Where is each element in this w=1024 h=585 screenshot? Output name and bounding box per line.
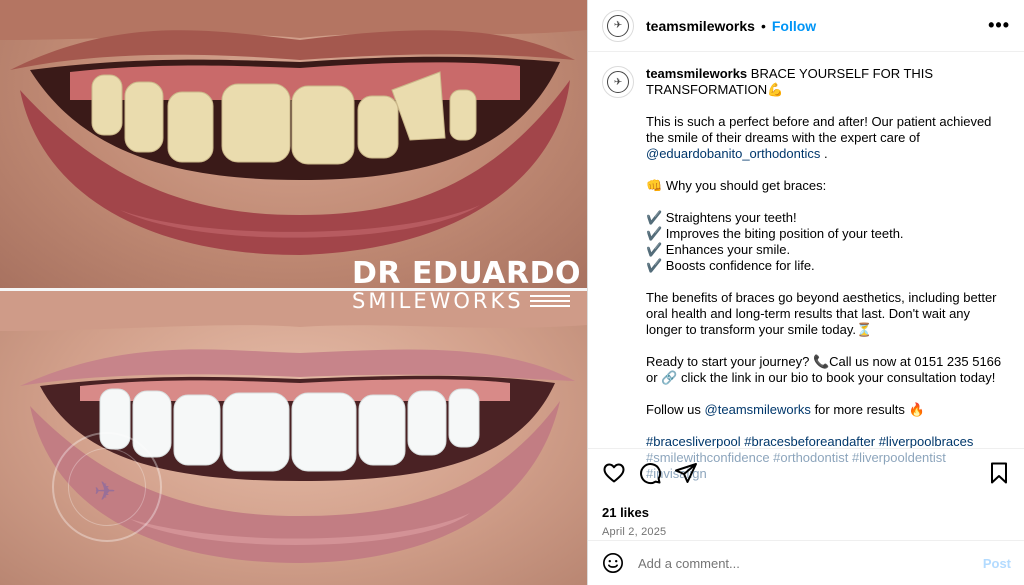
seal-watermark: ✈: [52, 432, 162, 542]
brand-bars-icon: [529, 295, 570, 307]
bookmark-icon[interactable]: [987, 461, 1011, 485]
more-icon[interactable]: •••: [988, 15, 1010, 36]
benefit-item: ✔️ Enhances your smile.: [646, 242, 791, 257]
brand-line1: DR EDUARDO: [352, 256, 582, 291]
before-smile-graphic: [0, 0, 587, 255]
fist-emoji: 👊: [646, 178, 663, 193]
caption-paragraph-3: The benefits of braces go beyond aesthet…: [646, 290, 997, 337]
caption-period: .: [824, 146, 828, 161]
caption-paragraph-4c: click the link in our bio to book your c…: [681, 370, 996, 385]
benefit-item: ✔️ Boosts confidence for life.: [646, 258, 815, 273]
logo-icon: ✈: [607, 14, 629, 37]
muscle-emoji: 💪: [767, 82, 784, 97]
comment-bar: Post: [588, 540, 1024, 585]
hourglass-emoji: ⏳: [856, 322, 873, 337]
brand-watermark: DR EDUARDO SMILEWORKS: [352, 256, 582, 313]
avatar[interactable]: ✈: [602, 9, 634, 42]
before-photo: [0, 0, 587, 289]
benefit-item: ✔️ Straightens your teeth!: [646, 210, 797, 225]
post-header: ✈ teamsmileworks • Follow •••: [588, 0, 1024, 52]
heart-icon[interactable]: [602, 461, 626, 485]
comment-icon[interactable]: [638, 461, 662, 485]
caption-paragraph-5b: for more results: [814, 402, 905, 417]
follow-button[interactable]: Follow: [772, 18, 816, 34]
mention-link[interactable]: @eduardobanito_orthodontics: [646, 146, 820, 161]
benefit-item: ✔️ Improves the biting position of your …: [646, 226, 904, 241]
logo-icon: ✈: [607, 71, 629, 93]
post-image[interactable]: DR EDUARDO SMILEWORKS ✈: [0, 0, 587, 585]
link-emoji: 🔗: [661, 370, 678, 385]
caption-avatar[interactable]: ✈: [602, 66, 634, 98]
action-bar: 21 likes April 2, 2025: [588, 448, 1024, 538]
post-button[interactable]: Post: [983, 556, 1011, 571]
comment-input[interactable]: [638, 555, 983, 571]
post-date[interactable]: April 2, 2025: [602, 526, 1011, 538]
phone-emoji: 📞: [812, 354, 830, 369]
post-sidebar: ✈ teamsmileworks • Follow ••• ✈ teamsmil…: [587, 0, 1024, 585]
why-heading: Why you should get braces:: [665, 178, 827, 193]
caption-paragraph-4a: Ready to start your journey?: [646, 354, 810, 369]
fire-emoji: 🔥: [908, 402, 925, 417]
share-icon[interactable]: [674, 461, 698, 485]
separator-dot: •: [760, 17, 766, 34]
caption-paragraph-1: This is such a perfect before and after!…: [646, 114, 992, 145]
emoji-icon[interactable]: [602, 552, 624, 574]
mention-link[interactable]: @teamsmileworks: [705, 402, 811, 417]
caption-username[interactable]: teamsmileworks: [646, 66, 747, 81]
likes-count[interactable]: 21 likes: [602, 505, 1011, 520]
caption-paragraph-5a: Follow us: [646, 402, 701, 417]
header-username[interactable]: teamsmileworks: [646, 18, 755, 34]
airplane-icon: ✈: [94, 476, 116, 506]
hashtags[interactable]: #bracesliverpool #bracesbeforeandafter #…: [646, 434, 973, 449]
brand-line2: SMILEWORKS: [352, 289, 524, 313]
